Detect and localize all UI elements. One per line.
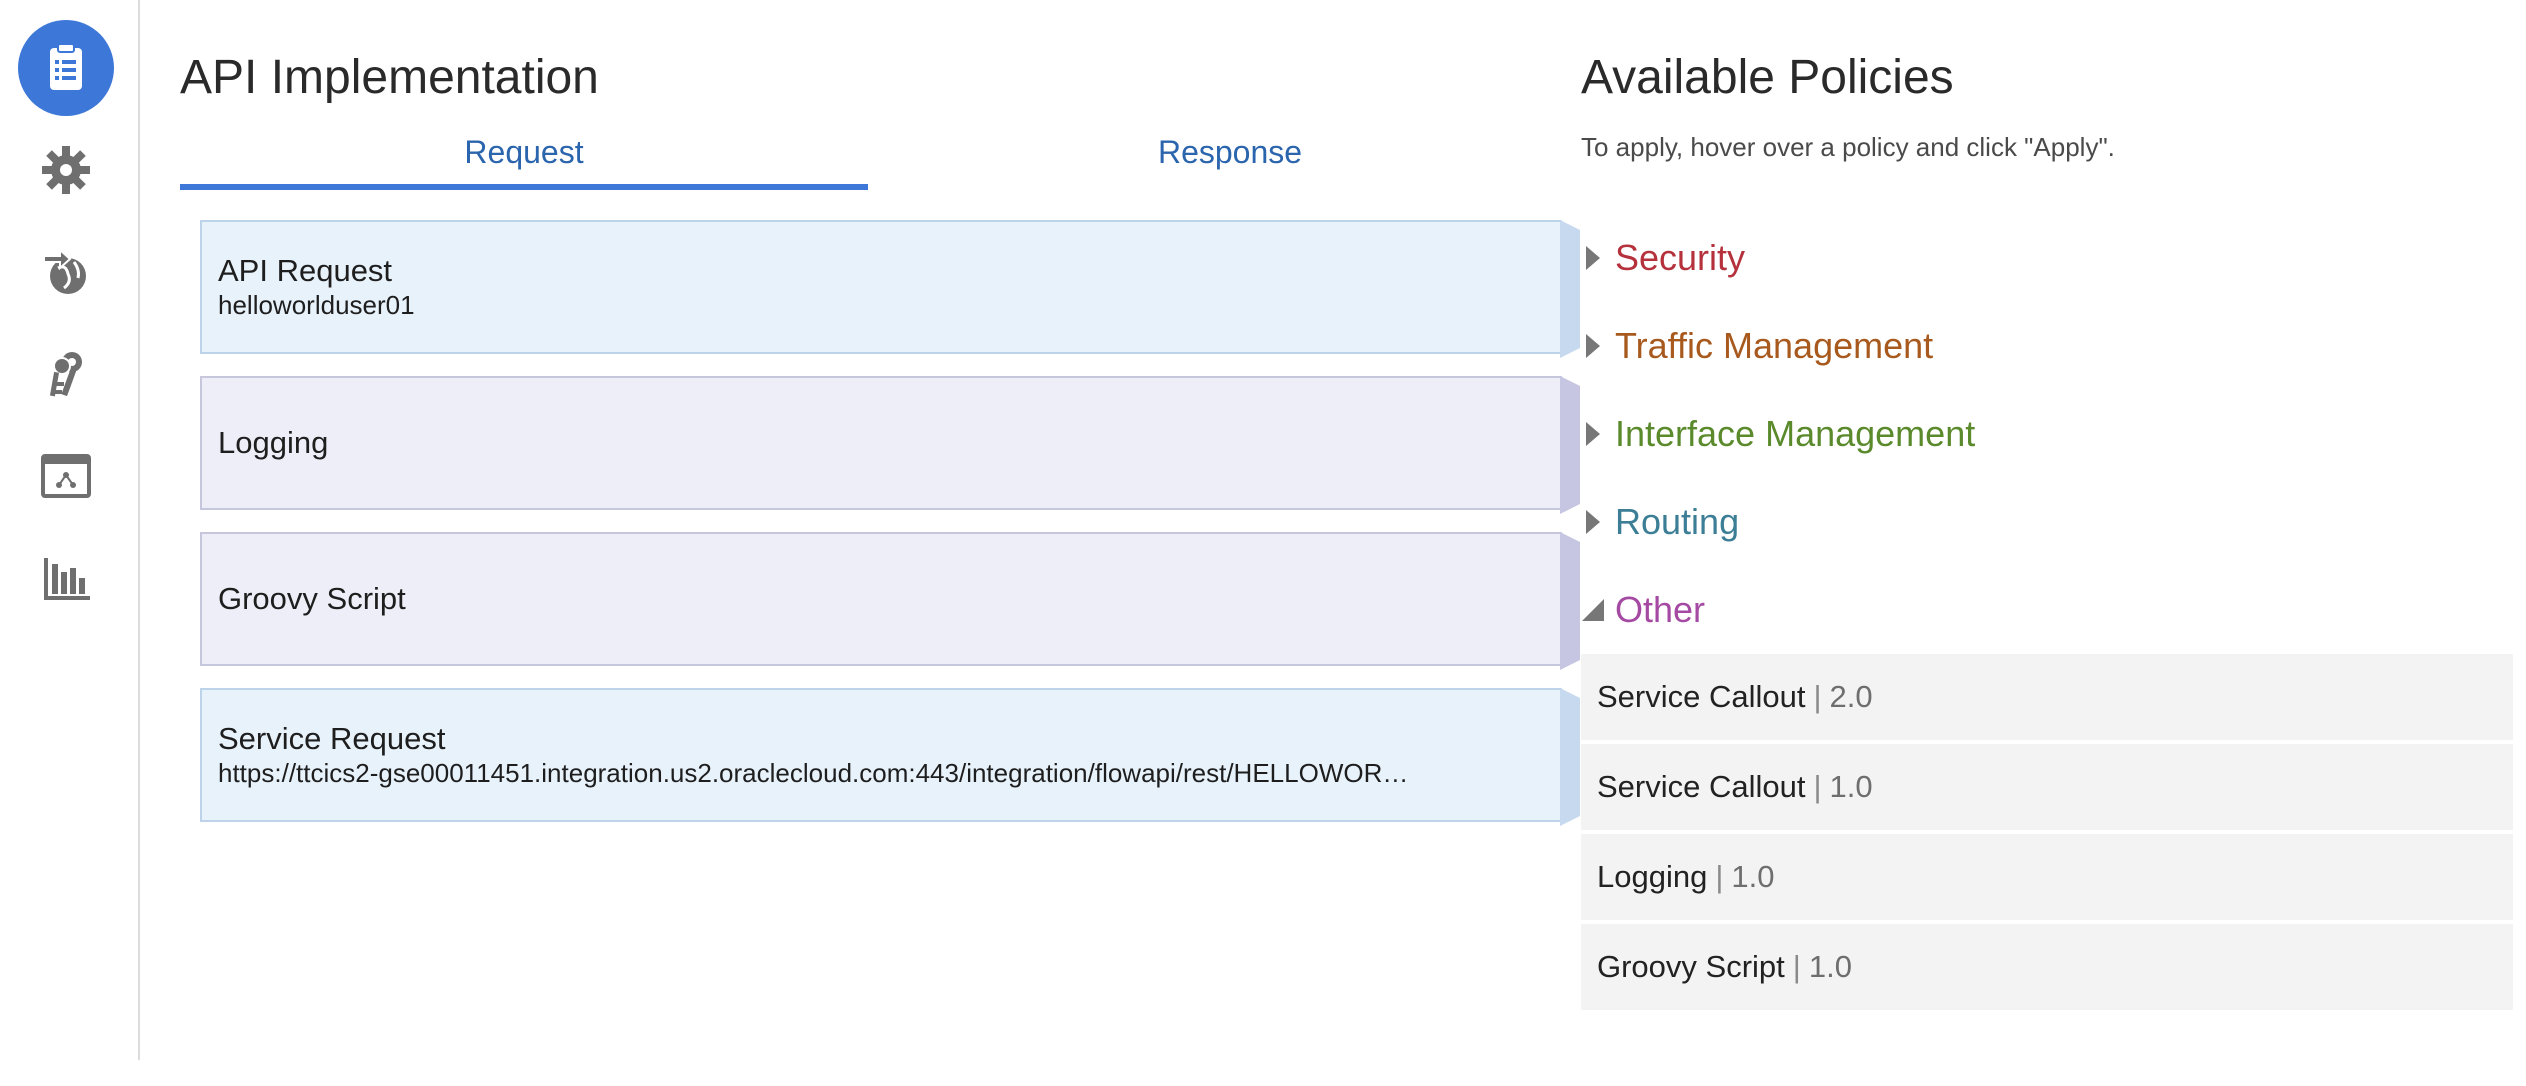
policies-title: Available Policies	[1581, 51, 1954, 104]
policy-name: Groovy Script	[1597, 949, 1785, 984]
stage-service-request[interactable]: Service Request https://ttcics2-gse00011…	[200, 688, 1580, 826]
policy-separator: |	[1813, 679, 1822, 714]
category-security[interactable]: Security	[1581, 234, 1745, 282]
policy-version: 1.0	[1731, 859, 1775, 894]
category-label: Routing	[1615, 501, 1740, 542]
nav-settings[interactable]	[18, 122, 114, 218]
stage-title: Logging	[218, 425, 329, 460]
stage-groovy-script[interactable]: Groovy Script	[200, 532, 1580, 670]
policy-name: Service Callout	[1597, 769, 1806, 804]
page-title: API Implementation	[180, 51, 599, 104]
expand-triangle-icon	[1581, 506, 1605, 538]
category-interface-management[interactable]: Interface Management	[1581, 410, 1975, 458]
expand-triangle-icon	[1581, 418, 1605, 450]
policy-version: 1.0	[1829, 769, 1873, 804]
category-routing[interactable]: Routing	[1581, 498, 1739, 546]
stage-logging[interactable]: Logging	[200, 376, 1580, 514]
nav-deployments[interactable]	[18, 224, 114, 320]
nav-analytics[interactable]	[18, 530, 114, 626]
collapse-triangle-icon	[1581, 594, 1605, 626]
stage-api-request[interactable]: API Request helloworlduser01	[200, 220, 1580, 358]
policy-separator: |	[1813, 769, 1822, 804]
stage-connector	[1560, 688, 1580, 826]
stage-subtitle: helloworlduser01	[218, 290, 415, 320]
category-label: Interface Management	[1615, 413, 1976, 454]
stage-title: Groovy Script	[218, 581, 406, 616]
category-label: Security	[1615, 237, 1746, 278]
category-label: Other	[1615, 589, 1706, 630]
category-traffic-management[interactable]: Traffic Management	[1581, 322, 1933, 370]
policy-separator: |	[1715, 859, 1724, 894]
stage-title: API Request	[218, 253, 393, 288]
stage-subtitle: https://ttcics2-gse00011451.integration.…	[218, 758, 1409, 788]
nav-grants[interactable]	[18, 326, 114, 422]
stage-connector	[1560, 376, 1580, 514]
nav-api-portal[interactable]	[18, 428, 114, 524]
expand-triangle-icon	[1581, 330, 1605, 362]
policy-separator: |	[1792, 949, 1801, 984]
policies-hint: To apply, hover over a policy and click …	[1581, 132, 2115, 162]
keys-icon	[49, 352, 82, 397]
stage-title: Service Request	[218, 721, 446, 756]
tab-request[interactable]: Request	[180, 132, 868, 190]
bar-chart-icon	[44, 558, 90, 600]
policy-name: Service Callout	[1597, 679, 1806, 714]
category-other[interactable]: Other	[1581, 586, 1705, 634]
api-portal-icon	[41, 454, 91, 498]
gear-icon	[42, 146, 90, 194]
policy-version: 1.0	[1808, 949, 1852, 984]
clipboard-list-icon	[50, 43, 82, 90]
stage-connector	[1560, 220, 1580, 358]
tab-response[interactable]: Response	[880, 132, 1580, 190]
left-nav-rail	[0, 0, 140, 1060]
policy-logging-1-0[interactable]: Logging | 1.0	[1581, 834, 2513, 920]
request-response-tabs: Request Response	[180, 132, 1580, 190]
policy-name: Logging	[1597, 859, 1708, 894]
stage-connector	[1560, 532, 1580, 670]
policy-version: 2.0	[1829, 679, 1873, 714]
policy-groovy-script-1-0[interactable]: Groovy Script | 1.0	[1581, 924, 2513, 1010]
nav-api-implementation[interactable]	[18, 20, 114, 116]
policy-service-callout-1-0[interactable]: Service Callout | 1.0	[1581, 744, 2513, 830]
globe-deploy-icon	[43, 247, 86, 294]
expand-triangle-icon	[1581, 242, 1605, 274]
category-label: Traffic Management	[1615, 325, 1934, 366]
policy-service-callout-2-0[interactable]: Service Callout | 2.0	[1581, 654, 2513, 740]
